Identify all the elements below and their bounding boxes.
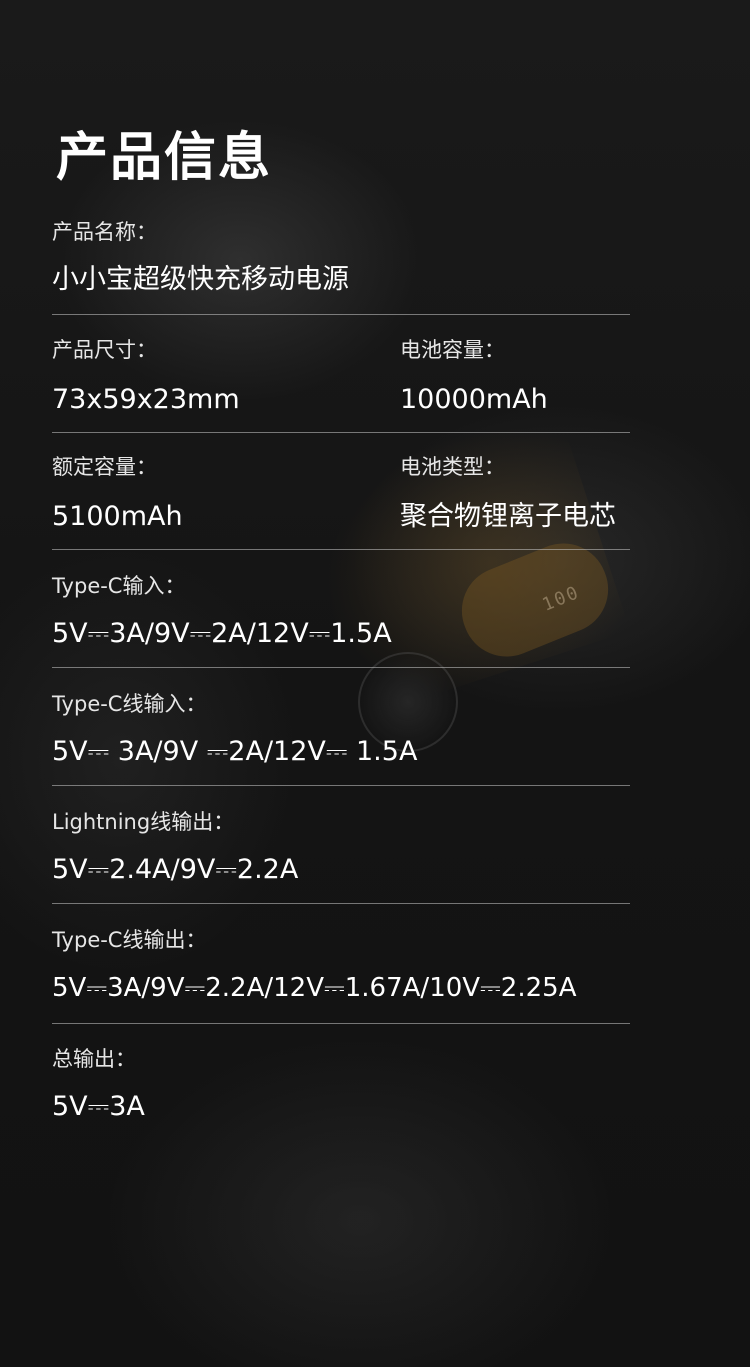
- spec-typec-input: Type-C输入： 5V⎓3A/9V⎓2A/12V⎓1.5A: [52, 572, 630, 652]
- spec-label: 电池类型：: [400, 455, 505, 479]
- spec-size: 产品尺寸： 73x59x23mm: [52, 336, 240, 418]
- spec-value: 10000mAh: [400, 384, 548, 415]
- spec-value: 5V⎓3A/9V⎓2.2A/12V⎓1.67A/10V⎓2.25A: [52, 973, 577, 1003]
- spec-battery-type: 电池类型： 聚合物锂离子电芯: [400, 453, 616, 535]
- spec-product-name: 产品名称： 小小宝超级快充移动电源: [52, 218, 630, 298]
- spec-rated-capacity: 额定容量： 5100mAh: [52, 453, 183, 535]
- spec-value: 聚合物锂离子电芯: [400, 501, 616, 532]
- divider: [52, 785, 630, 786]
- spec-label: 产品名称：: [52, 220, 157, 244]
- spec-battery-capacity: 电池容量： 10000mAh: [400, 336, 548, 418]
- spec-label: Type-C线输入：: [52, 692, 207, 716]
- spec-label: 总输出：: [52, 1047, 136, 1071]
- spec-value: 73x59x23mm: [52, 384, 240, 415]
- divider: [52, 903, 630, 904]
- divider: [52, 432, 630, 433]
- divider: [52, 667, 630, 668]
- divider: [52, 314, 630, 315]
- divider: [52, 1023, 630, 1024]
- spec-row-rated-type: 额定容量： 5100mAh 电池类型： 聚合物锂离子电芯: [52, 453, 630, 533]
- spec-value: 5V⎓ 3A/9V ⎓2A/12V⎓ 1.5A: [52, 736, 418, 767]
- divider: [52, 549, 630, 550]
- spec-value: 5V⎓3A: [52, 1091, 145, 1122]
- spec-label: 额定容量：: [52, 455, 157, 479]
- spec-value: 5100mAh: [52, 501, 183, 532]
- spec-label: Lightning线输出：: [52, 810, 235, 834]
- spec-value: 5V⎓3A/9V⎓2A/12V⎓1.5A: [52, 618, 392, 649]
- spec-value: 小小宝超级快充移动电源: [52, 264, 349, 295]
- spec-value: 5V⎓2.4A/9V⎓2.2A: [52, 854, 299, 885]
- spec-total-output: 总输出： 5V⎓3A: [52, 1045, 630, 1125]
- spec-sheet: 产品信息 产品名称： 小小宝超级快充移动电源 产品尺寸： 73x59x23mm …: [0, 0, 750, 1367]
- spec-lightning-output: Lightning线输出： 5V⎓2.4A/9V⎓2.2A: [52, 808, 630, 888]
- spec-label: Type-C线输出：: [52, 928, 207, 952]
- spec-typec-cable-input: Type-C线输入： 5V⎓ 3A/9V ⎓2A/12V⎓ 1.5A: [52, 690, 630, 770]
- spec-row-size-capacity: 产品尺寸： 73x59x23mm 电池容量： 10000mAh: [52, 336, 630, 416]
- spec-typec-cable-output: Type-C线输出： 5V⎓3A/9V⎓2.2A/12V⎓1.67A/10V⎓2…: [52, 926, 630, 1006]
- spec-label: 电池容量：: [400, 338, 505, 362]
- spec-label: 产品尺寸：: [52, 338, 157, 362]
- page-title: 产品信息: [56, 128, 273, 188]
- spec-label: Type-C输入：: [52, 574, 186, 598]
